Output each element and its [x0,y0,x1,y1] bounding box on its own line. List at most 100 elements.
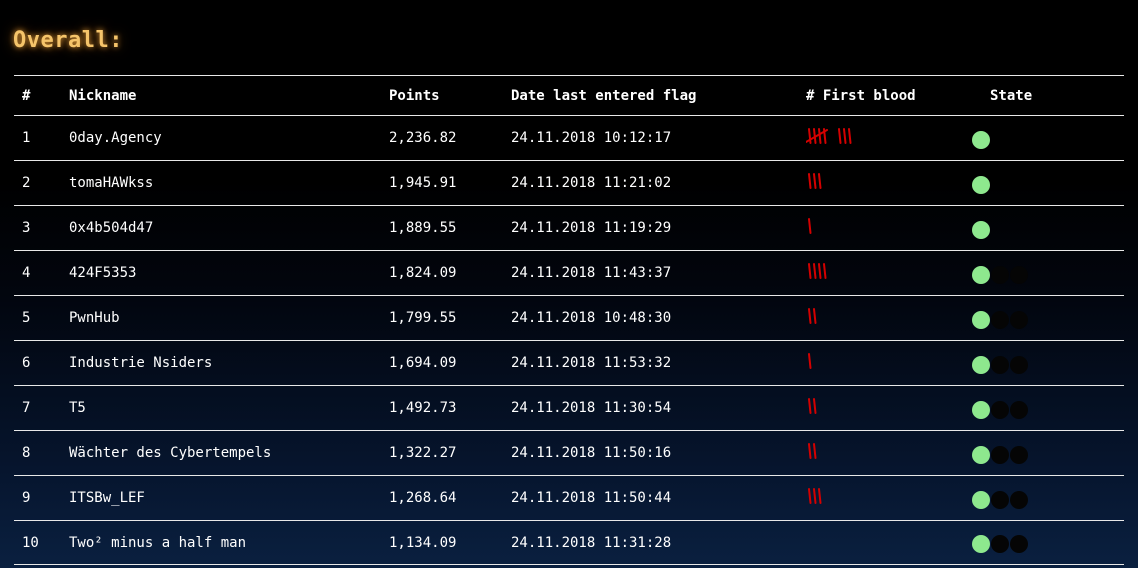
state-inactive-dot [1010,310,1028,329]
rank-cell: 6 [22,355,31,371]
table-row: 4 424F5353 1,824.09 24.11.2018 11:43:37 [14,250,1124,295]
points-cell: 1,322.27 [389,445,457,461]
state-active-dot [972,355,990,374]
tally-marks-icon [808,398,817,414]
date-cell: 24.11.2018 11:21:02 [511,175,672,191]
state-inactive-dot [991,490,1009,509]
state-inactive-dot [991,445,1009,464]
rank-cell: 3 [22,220,31,236]
nickname-cell: ITSBw_LEF [69,490,145,506]
scoreboard-table: # Nickname Points Date last entered flag… [14,75,1124,565]
rank-cell: 10 [22,534,39,551]
first-blood-tally [806,261,830,281]
state-inactive-dot [1010,355,1028,374]
state-indicators [972,265,1029,284]
date-cell: 24.11.2018 11:31:28 [511,534,672,551]
header-nickname: Nickname [69,87,137,104]
points-cell: 1,694.09 [389,355,457,371]
state-active-dot [972,400,990,419]
nickname-cell: Wächter des Cybertempels [69,445,272,461]
date-cell: 24.11.2018 10:12:17 [511,130,672,146]
state-cell [972,431,1029,475]
table-row: 1 0day.Agency 2,236.82 24.11.2018 10:12:17 [14,115,1124,160]
table-row: 7 T5 1,492.73 24.11.2018 11:30:54 [14,385,1124,430]
date-cell: 24.11.2018 11:53:32 [511,355,672,371]
tally-marks-icon [808,263,827,279]
page-title: Overall: [13,28,123,53]
state-active-dot [972,445,990,464]
first-blood-cell [806,431,820,475]
first-blood-cell [806,251,830,295]
state-inactive-dot [1010,265,1028,284]
state-cell [972,476,1029,520]
nickname-cell: Two² minus a half man [69,534,247,551]
state-indicators [972,355,1029,374]
state-inactive-dot [991,265,1009,284]
rank-cell: 2 [22,175,31,191]
tally-marks-icon [838,128,852,144]
state-active-dot [972,130,990,149]
state-indicators [972,130,991,149]
points-cell: 1,889.55 [389,220,457,236]
state-indicators [972,535,1029,553]
tally-marks-icon [808,353,812,369]
points-cell: 1,945.91 [389,175,457,191]
state-active-dot [972,175,990,194]
nickname-cell: T5 [69,400,86,416]
first-blood-tally [806,216,815,236]
tally-group [806,216,815,236]
first-blood-cell [806,386,820,430]
date-cell: 24.11.2018 11:50:16 [511,445,672,461]
nickname-cell: PwnHub [69,310,120,326]
points-cell: 1,799.55 [389,310,457,326]
rank-cell: 5 [22,310,31,326]
nickname-cell: Industrie Nsiders [69,355,213,371]
tally-group [806,171,825,191]
state-indicators [972,310,1029,329]
first-blood-tally [806,441,820,461]
tally-marks-icon [808,173,822,189]
date-cell: 24.11.2018 11:43:37 [511,265,672,281]
state-cell [972,296,1029,340]
date-cell: 24.11.2018 11:19:29 [511,220,672,236]
tally-group [806,396,820,416]
state-cell [972,341,1029,385]
header-state: State [990,87,1033,104]
tally-marks-icon [808,443,817,459]
state-inactive-dot [1010,400,1028,419]
tally-group [806,441,820,461]
table-row: 3 0x4b504d47 1,889.55 24.11.2018 11:19:29 [14,205,1124,250]
state-inactive-dot [991,310,1009,329]
state-active-dot [972,490,990,509]
tally-marks-icon [806,128,828,144]
date-cell: 24.11.2018 10:48:30 [511,310,672,326]
table-body: 1 0day.Agency 2,236.82 24.11.2018 10:12:17 2… [14,115,1124,565]
state-active-dot [972,535,990,553]
nickname-cell: tomaHAWkss [69,175,154,191]
state-cell [972,161,991,205]
nickname-cell: 0x4b504d47 [69,220,154,236]
first-blood-tally [806,126,855,146]
points-cell: 1,134.09 [389,534,457,551]
tally-marks-icon [808,308,817,324]
table-row: 6 Industrie Nsiders 1,694.09 24.11.2018 11:… [14,340,1124,385]
table-row: 9 ITSBw_LEF 1,268.64 24.11.2018 11:50:44 [14,475,1124,520]
points-cell: 1,824.09 [389,265,457,281]
date-cell: 24.11.2018 11:30:54 [511,400,672,416]
state-inactive-dot [991,355,1009,374]
state-indicators [972,400,1029,419]
state-active-dot [972,220,990,239]
rank-cell: 8 [22,445,31,461]
rank-cell: 4 [22,265,31,281]
state-cell [972,521,1029,564]
tally-marks-icon [808,218,812,234]
points-cell: 2,236.82 [389,130,457,146]
header-points: Points [389,87,440,104]
state-inactive-dot [1010,535,1028,553]
first-blood-tally [806,396,820,416]
state-indicators [972,490,1029,509]
date-cell: 24.11.2018 11:50:44 [511,490,672,506]
rank-cell: 9 [22,490,31,506]
state-inactive-dot [1010,445,1028,464]
state-active-dot [972,310,990,329]
